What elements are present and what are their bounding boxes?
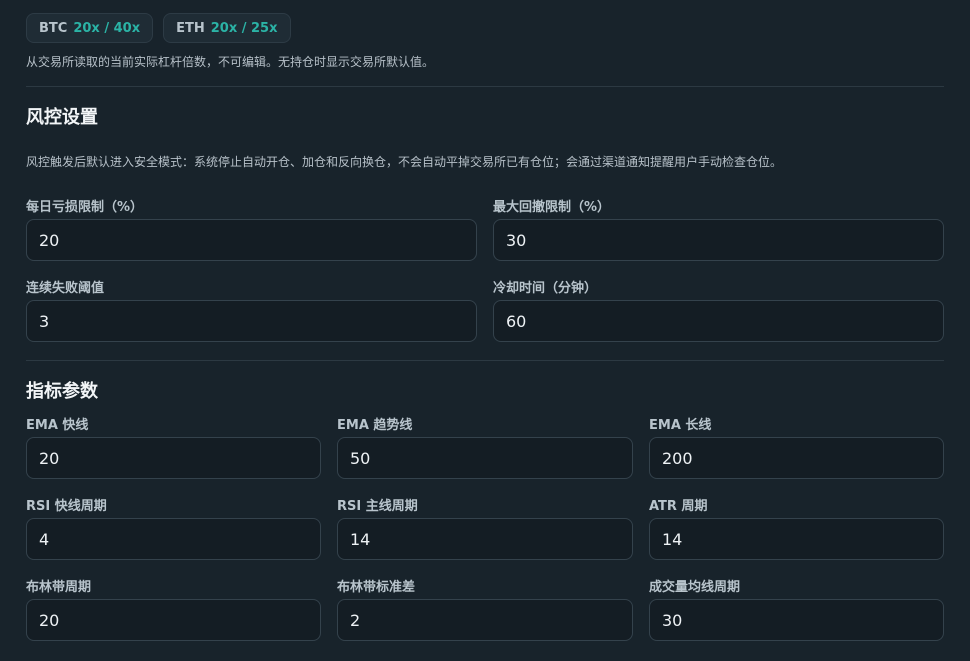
leverage-symbol: BTC (39, 20, 68, 36)
rsi-main-input[interactable] (337, 518, 633, 560)
leverage-symbol: ETH (176, 20, 205, 36)
leverage-value: 20x / 25x (210, 20, 278, 36)
leverage-value: 20x / 40x (73, 20, 141, 36)
ema-long-label: EMA 长线 (649, 418, 712, 433)
max-drawdown-input[interactable] (493, 219, 944, 261)
daily-loss-input[interactable] (26, 219, 477, 261)
ema-trend-input[interactable] (337, 437, 633, 479)
risk-description: 风控触发后默认进入安全模式：系统停止自动开仓、加仓和反向换仓，不会自动平掉交易所… (26, 155, 783, 169)
leverage-badges: BTC 20x / 40x ETH 20x / 25x (26, 13, 291, 43)
consecutive-fail-label: 连续失败阈值 (26, 281, 105, 296)
rsi-fast-input[interactable] (26, 518, 321, 560)
ema-long-input[interactable] (649, 437, 944, 479)
vol-ma-input[interactable] (649, 599, 944, 641)
rsi-main-label: RSI 主线周期 (337, 499, 418, 514)
boll-period-label: 布林带周期 (26, 580, 92, 595)
rsi-fast-label: RSI 快线周期 (26, 499, 107, 514)
atr-label: ATR 周期 (649, 499, 708, 514)
section-divider (26, 86, 944, 87)
daily-loss-label: 每日亏损限制（%） (26, 200, 144, 215)
cooldown-input[interactable] (493, 300, 944, 342)
consecutive-fail-input[interactable] (26, 300, 477, 342)
settings-page: BTC 20x / 40x ETH 20x / 25x 从交易所读取的当前实际杠… (0, 0, 970, 661)
risk-section-title: 风控设置 (26, 107, 98, 128)
vol-ma-label: 成交量均线周期 (649, 580, 741, 595)
indicator-section-title: 指标参数 (26, 381, 98, 402)
atr-input[interactable] (649, 518, 944, 560)
ema-fast-label: EMA 快线 (26, 418, 89, 433)
boll-std-input[interactable] (337, 599, 633, 641)
max-drawdown-label: 最大回撤限制（%） (493, 200, 611, 215)
ema-fast-input[interactable] (26, 437, 321, 479)
section-divider (26, 360, 944, 361)
leverage-note: 从交易所读取的当前实际杠杆倍数，不可编辑。无持仓时显示交易所默认值。 (26, 55, 435, 69)
boll-std-label: 布林带标准差 (337, 580, 416, 595)
leverage-badge-eth: ETH 20x / 25x (163, 13, 291, 43)
leverage-badge-btc: BTC 20x / 40x (26, 13, 154, 43)
ema-trend-label: EMA 趋势线 (337, 418, 413, 433)
boll-period-input[interactable] (26, 599, 321, 641)
cooldown-label: 冷却时间（分钟） (493, 281, 598, 296)
